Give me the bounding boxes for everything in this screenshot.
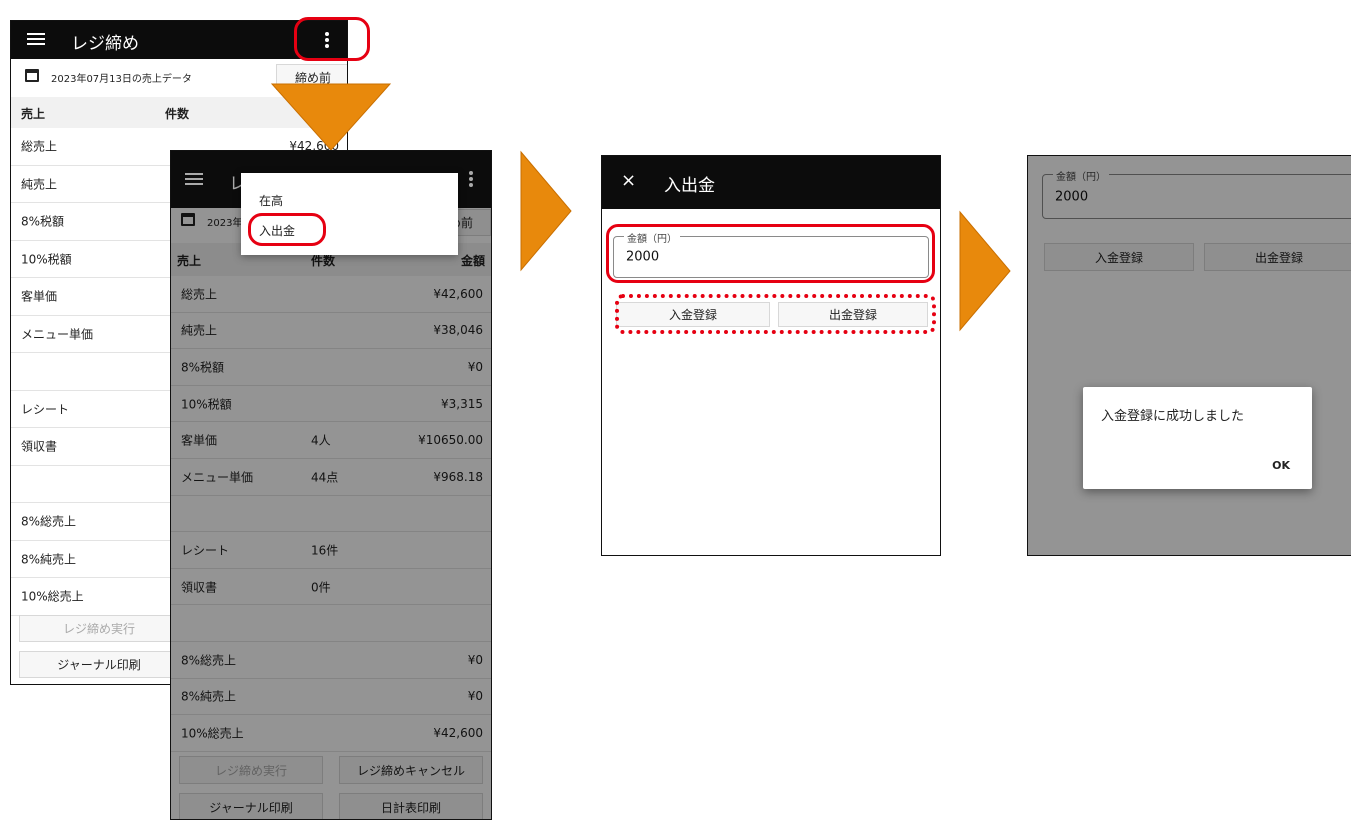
highlight-register-buttons — [615, 294, 936, 334]
row-label: 総売上 — [21, 139, 58, 154]
app-bar: × 入出金 — [602, 156, 940, 209]
hamburger-icon[interactable] — [27, 33, 45, 46]
dialog-message: 入金登録に成功しました — [1101, 409, 1245, 424]
row-label: 8%総売上 — [21, 514, 77, 529]
header-sales: 売上 — [21, 107, 46, 121]
date-label: 2023年07月13日の売上データ — [51, 74, 192, 85]
row-label: レシート — [21, 402, 70, 417]
execute-close-button[interactable]: レジ締め実行 — [19, 615, 179, 642]
header-count: 件数 — [165, 107, 190, 121]
journal-print-button[interactable]: ジャーナル印刷 — [19, 651, 179, 678]
row-label: 領収書 — [21, 439, 58, 454]
arrow-down-icon — [270, 83, 392, 151]
arrow-right-icon — [520, 150, 572, 272]
more-vert-icon[interactable] — [469, 171, 473, 189]
highlight-cash-in-out — [248, 213, 326, 246]
arrow-right-icon — [959, 210, 1011, 332]
success-dialog: 入金登録に成功しました OK — [1083, 387, 1312, 489]
hamburger-icon[interactable] — [185, 173, 203, 186]
highlight-overflow — [294, 17, 370, 61]
close-icon[interactable]: × — [621, 170, 636, 191]
calendar-icon — [25, 69, 39, 82]
cash-in-out-screen: × 入出金 金額（円） 2000 入金登録 出金登録 — [601, 155, 941, 556]
page-title: 入出金 — [664, 176, 715, 196]
page-title: レジ締め — [71, 34, 139, 54]
highlight-amount-field — [606, 224, 935, 283]
row-label: 8%純売上 — [21, 552, 77, 567]
row-label: 客単価 — [21, 289, 58, 304]
ok-button[interactable]: OK — [1272, 459, 1290, 472]
row-label: メニュー単価 — [21, 327, 94, 342]
deposit-success-screen: 金額（円） 2000 入金登録 出金登録 — [1027, 155, 1351, 556]
row-label: 10%総売上 — [21, 589, 84, 604]
row-label: 10%税額 — [21, 252, 72, 267]
scrim — [171, 208, 491, 819]
menu-item-stock[interactable]: 在高 — [259, 192, 283, 209]
row-label: 8%税額 — [21, 214, 65, 229]
scrim — [1028, 156, 1351, 555]
row-label: 純売上 — [21, 177, 58, 192]
